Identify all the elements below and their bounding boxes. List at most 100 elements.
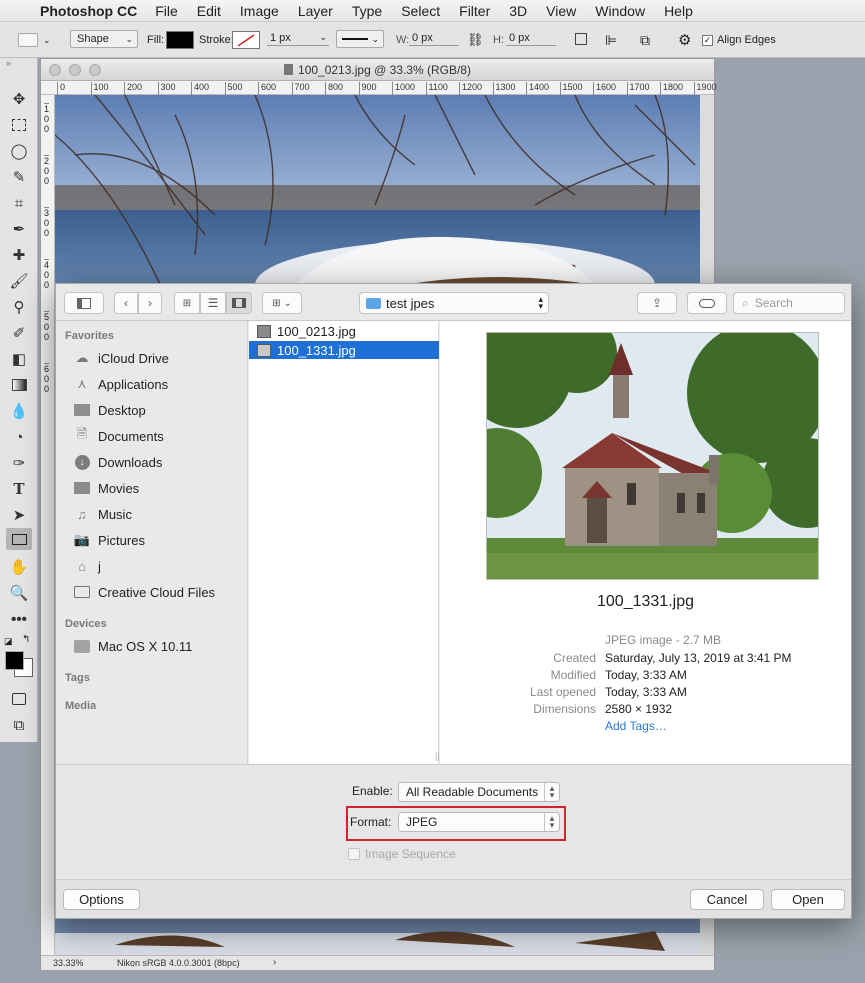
clone-stamp-tool-icon[interactable]: ⚲ <box>6 296 32 318</box>
image-sequence-checkbox[interactable]: Image Sequence <box>348 847 456 861</box>
dodge-tool-icon[interactable]: ◔ <box>6 426 32 448</box>
stroke-swatch[interactable] <box>232 31 260 49</box>
link-icon[interactable]: ⛓ <box>467 30 484 50</box>
sidebar-item-documents[interactable]: 🗎 Documents <box>72 426 164 446</box>
sidebar-media-heading[interactable]: Media <box>65 700 96 712</box>
eraser-tool-icon[interactable]: ◧ <box>6 348 32 370</box>
menu-layer[interactable]: Layer <box>298 3 333 19</box>
tool-preset-picker[interactable]: ⌄ <box>18 30 51 50</box>
menu-edit[interactable]: Edit <box>197 3 221 19</box>
back-button[interactable]: ‹ <box>114 292 138 314</box>
zoom-tool-icon[interactable]: 🔍 <box>6 582 32 604</box>
align-edges-checkbox[interactable]: ✓ Align Edges <box>702 30 776 50</box>
tags-button[interactable] <box>687 292 727 314</box>
menu-view[interactable]: View <box>546 3 576 19</box>
sidebar-item-downloads[interactable]: ↓ Downloads <box>72 452 162 472</box>
shape-mode-select[interactable]: Shape ⌄ <box>70 30 138 48</box>
forward-button[interactable]: › <box>138 292 162 314</box>
menu-select[interactable]: Select <box>401 3 440 19</box>
move-tool-icon[interactable]: ✥ <box>6 88 32 110</box>
screen-mode-icon[interactable]: ⧉ <box>6 714 32 736</box>
path-alignment-icon[interactable]: ⊫ <box>605 30 617 50</box>
height-field[interactable]: 0 px <box>506 30 556 46</box>
sidebar-item-applications[interactable]: ⋏ Applications <box>72 374 168 394</box>
sidebar-item-home[interactable]: ⌂ j <box>72 556 101 576</box>
horizontal-ruler[interactable]: 0 100 200 300 400 500 600 700 800 900 1000 1100 1200… <box>41 81 717 95</box>
zoom-level[interactable]: 33.33% <box>53 956 84 970</box>
dimensions-value: 2580 × 1932 <box>605 702 673 716</box>
quick-mask-icon[interactable] <box>6 688 32 710</box>
lasso-tool-icon[interactable]: ◯ <box>6 140 32 162</box>
document-titlebar[interactable]: 100_0213.jpg @ 33.3% (RGB/8) <box>41 59 714 81</box>
eyedropper-tool-icon[interactable]: ✒ <box>6 218 32 240</box>
path-selection-tool-icon[interactable]: ➤ <box>6 504 32 526</box>
hand-tool-icon[interactable]: ✋ <box>6 556 32 578</box>
gear-icon[interactable]: ⚙ <box>678 30 691 50</box>
history-brush-tool-icon[interactable]: ✐ <box>6 322 32 344</box>
menu-type[interactable]: Type <box>352 3 382 19</box>
menu-window[interactable]: Window <box>595 3 645 19</box>
enable-select[interactable]: All Readable Documents ▴ ▾ <box>398 782 560 802</box>
path-arrangement-icon[interactable]: ⧉ <box>640 30 650 50</box>
format-select[interactable]: JPEG ▴ ▾ <box>398 812 560 832</box>
ruler-tick-label: 500 <box>224 82 243 95</box>
location-popup[interactable]: test jpes ▴ ▾ <box>359 292 549 314</box>
arrange-button[interactable]: ⊞ ⌄ <box>262 292 302 314</box>
menu-3d[interactable]: 3D <box>509 3 527 19</box>
search-field[interactable]: ⌕ Search <box>733 292 845 314</box>
healing-brush-tool-icon[interactable]: ✚ <box>6 244 32 266</box>
sidebar-item-mac-os-disk[interactable]: Mac OS X 10.11 <box>72 636 192 656</box>
sidebar-item-label: Downloads <box>98 454 163 470</box>
cancel-button[interactable]: Cancel <box>690 889 764 910</box>
icon-view-button[interactable]: ⊞ <box>174 292 200 314</box>
swap-colors-icon[interactable]: ↰ <box>22 634 30 645</box>
column-resize-handle[interactable]: || <box>435 751 440 761</box>
more-tools-icon[interactable]: ••• <box>6 608 32 630</box>
file-row-100-0213[interactable]: 100_0213.jpg <box>249 322 439 340</box>
foreground-color-swatch[interactable] <box>5 651 24 670</box>
marquee-tool-icon[interactable] <box>6 114 32 136</box>
sidebar-item-movies[interactable]: Movies <box>72 478 139 498</box>
close-window-button[interactable] <box>49 64 61 76</box>
pen-tool-icon[interactable]: ✑ <box>6 452 32 474</box>
options-button[interactable]: Options <box>63 889 140 910</box>
crop-tool-icon[interactable]: ⌗ <box>6 192 32 214</box>
menu-image[interactable]: Image <box>240 3 279 19</box>
sidebar-item-label: Mac OS X 10.11 <box>98 638 193 654</box>
path-operations-icon[interactable] <box>575 33 587 45</box>
blur-tool-icon[interactable]: 💧 <box>6 400 32 422</box>
default-colors-icon[interactable]: ◪ <box>4 636 13 647</box>
chevron-right-icon[interactable]: › <box>273 956 276 970</box>
share-button[interactable]: ⇪ <box>637 292 677 314</box>
menu-filter[interactable]: Filter <box>459 3 490 19</box>
rectangle-tool-icon[interactable] <box>6 528 32 550</box>
sidebar-item-icloud-drive[interactable]: ☁ iCloud Drive <box>72 348 169 368</box>
list-view-button[interactable]: ☰ <box>200 292 226 314</box>
modified-value: Today, 3:33 AM <box>605 668 687 682</box>
gradient-tool-icon[interactable] <box>6 374 32 396</box>
width-field[interactable]: 0 px <box>409 30 459 46</box>
brush-tool-icon[interactable]: 🖌 <box>6 270 32 292</box>
stroke-width-field[interactable]: 1 px ⌄ <box>267 30 329 46</box>
sidebar-item-creative-cloud-files[interactable]: Creative Cloud Files <box>72 582 215 602</box>
open-button[interactable]: Open <box>771 889 845 910</box>
collapse-panel-icon[interactable]: » <box>6 58 11 68</box>
menu-file[interactable]: File <box>155 3 178 19</box>
menu-help[interactable]: Help <box>664 3 693 19</box>
minimize-window-button[interactable] <box>69 64 81 76</box>
quick-selection-tool-icon[interactable]: ✎ <box>6 166 32 188</box>
sidebar-toggle-button[interactable] <box>64 292 104 314</box>
fill-swatch[interactable] <box>166 31 194 49</box>
sidebar-tags-heading[interactable]: Tags <box>65 672 90 684</box>
sidebar-item-desktop[interactable]: Desktop <box>72 400 146 420</box>
vertical-ruler[interactable]: 1 0 0 2 0 0 3 0 0 4 0 0 5 0 0 6 0 0 <box>41 95 55 955</box>
app-menu[interactable]: Photoshop CC <box>40 3 137 19</box>
sidebar-item-pictures[interactable]: 📷 Pictures <box>72 530 145 550</box>
zoom-window-button[interactable] <box>89 64 101 76</box>
sidebar-item-music[interactable]: ♫ Music <box>72 504 132 524</box>
file-row-100-1331[interactable]: 100_1331.jpg <box>249 341 439 359</box>
add-tags-link[interactable]: Add Tags… <box>605 719 667 733</box>
column-view-button[interactable] <box>226 292 252 314</box>
stroke-type-select[interactable]: ⌄ <box>336 30 384 48</box>
type-tool-icon[interactable]: T <box>6 478 32 500</box>
